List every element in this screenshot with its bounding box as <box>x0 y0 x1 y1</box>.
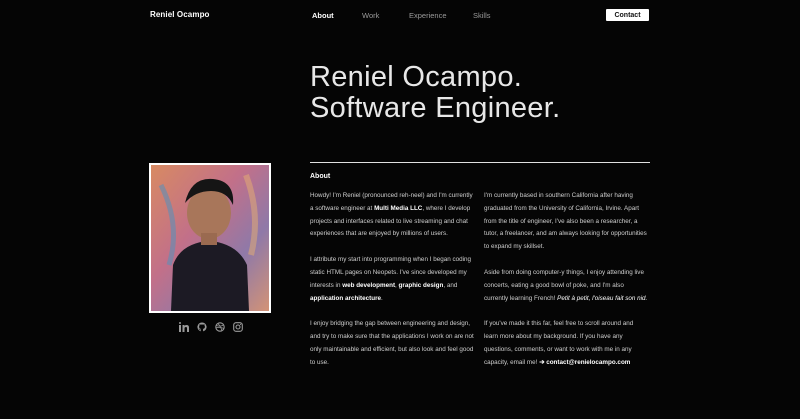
nav-skills[interactable]: Skills <box>473 11 491 20</box>
profile-photo <box>149 163 271 313</box>
nav-work[interactable]: Work <box>362 11 379 20</box>
hero-name: Reniel Ocampo. <box>310 61 523 93</box>
about-paragraph: I attribute my start into programming wh… <box>310 256 472 302</box>
linkedin-icon[interactable] <box>178 321 190 333</box>
instagram-icon[interactable] <box>232 321 244 333</box>
nav-experience[interactable]: Experience <box>409 11 447 20</box>
brand-name[interactable]: Reniel Ocampo <box>150 10 210 19</box>
about-paragraph: I'm currently based in southern Californ… <box>484 192 647 251</box>
github-icon[interactable] <box>196 321 208 333</box>
about-paragraph: Howdy! I'm Reniel (pronounced reh-neel) … <box>310 192 473 238</box>
email-link[interactable]: ➔ contact@renielocampo.com <box>539 359 630 366</box>
hero-heading: Reniel Ocampo. Software Engineer. <box>310 62 560 124</box>
nav-about[interactable]: About <box>312 11 334 20</box>
about-paragraph: Aside from doing computer-y things, I en… <box>484 268 648 302</box>
about-paragraph: I enjoy bridging the gap between enginee… <box>310 320 474 366</box>
about-column-left: Howdy! I'm Reniel (pronounced reh-neel) … <box>310 190 474 383</box>
about-paragraph: If you've made it this far, feel free to… <box>484 320 634 366</box>
hero-role: Software Engineer. <box>310 92 561 124</box>
social-links <box>178 321 244 333</box>
contact-button[interactable]: Contact <box>606 9 649 21</box>
about-heading: About <box>310 173 331 180</box>
section-divider <box>310 162 650 163</box>
dribbble-icon[interactable] <box>214 321 226 333</box>
about-column-right: I'm currently based in southern Californ… <box>484 190 648 383</box>
portrait-image <box>151 165 269 311</box>
top-nav: Reniel Ocampo About Work Experience Skil… <box>0 0 800 30</box>
